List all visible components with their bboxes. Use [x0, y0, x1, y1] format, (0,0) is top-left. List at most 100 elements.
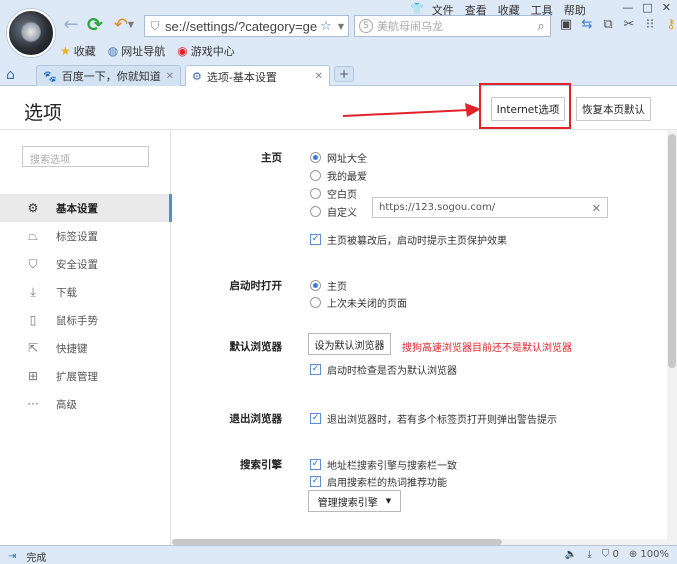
download-tray-icon[interactable]: ⤓ — [587, 549, 591, 560]
star-icon: ★ — [60, 44, 71, 58]
zoom-icon: ⊕ — [628, 549, 638, 560]
startup-option[interactable]: 上次未关闭的页面 — [310, 295, 407, 310]
sidebar-item-mouse-gesture[interactable]: ▯ 鼠标手势 — [0, 306, 171, 334]
gear-icon: ⚙ — [192, 70, 202, 83]
sidebar-toggle-icon[interactable]: ⇥ — [8, 551, 16, 562]
screenshot-icon[interactable]: ▣ — [559, 17, 573, 32]
settings-sidebar: 搜索选项 ⚙ 基本设置 ⏢ 标签设置 ⛉ 安全设置 ⤓ 下载 ▯ 鼠标手势 ⇱ … — [0, 130, 172, 545]
maximize-icon[interactable]: □ — [642, 1, 652, 14]
sidebar-item-advanced[interactable]: ··· 高级 — [0, 390, 171, 418]
homepage-protect-check[interactable]: ✓ 主页被篡改后，启动时提示主页保护效果 — [310, 232, 507, 247]
mouse-icon: ▯ — [29, 313, 37, 327]
menu-bar: 👕 文件 查看 收藏 工具 帮助 — [410, 2, 597, 18]
homepage-option[interactable]: 我的最爱 — [310, 168, 367, 183]
checkbox[interactable]: ✓ — [310, 413, 321, 424]
back-icon[interactable]: ← — [60, 14, 82, 36]
set-default-browser-button[interactable]: 设为默认浏览器 — [308, 333, 391, 355]
menu-item-file[interactable]: 文件 — [432, 2, 454, 18]
grid-icon[interactable]: ⁝⁝ — [643, 17, 657, 32]
chevron-down-icon[interactable]: ▼ — [126, 14, 136, 36]
startup-option[interactable]: 主页 — [310, 278, 347, 293]
menu-item-tools[interactable]: 工具 — [531, 2, 553, 18]
custom-homepage-input[interactable]: https://123.sogou.com/ ✕ — [372, 197, 608, 218]
radio-button[interactable] — [310, 206, 321, 217]
homepage-option[interactable]: 网址大全 — [310, 150, 367, 165]
extension-icon: ⊞ — [27, 369, 39, 383]
sidebar-item-security[interactable]: ⛉ 安全设置 — [0, 250, 171, 278]
close-icon[interactable]: ✕ — [166, 71, 174, 82]
chevron-down-icon[interactable]: ▼ — [334, 22, 348, 31]
avatar[interactable] — [7, 9, 55, 57]
homepage-option[interactable]: 自定义 — [310, 204, 357, 219]
scissors-icon[interactable]: ✂ — [622, 17, 636, 32]
close-icon[interactable]: ✕ — [662, 1, 671, 14]
tab-settings[interactable]: ⚙ 选项-基本设置 ✕ — [185, 65, 330, 87]
menu-item-view[interactable]: 查看 — [465, 2, 487, 18]
internet-options-button[interactable]: Internet选项 — [491, 97, 565, 121]
refresh-icon[interactable]: ⟳ — [84, 14, 106, 36]
search-input[interactable]: 美航母闹乌龙 — [377, 18, 532, 34]
manage-search-engines-button[interactable]: 管理搜索引擎 ▼ — [308, 490, 401, 512]
sidebar-item-shortcuts[interactable]: ⇱ 快捷键 — [0, 334, 171, 362]
checkbox[interactable]: ✓ — [310, 364, 321, 375]
search-engine-check[interactable]: ✓ 启用搜索栏的热词推荐功能 — [310, 474, 447, 489]
home-icon[interactable]: ⌂ — [6, 67, 15, 83]
page-header: 选项 Internet选项 恢复本页默认 — [0, 83, 677, 130]
window-controls: — □ ✕ — [622, 1, 671, 14]
search-engine-check[interactable]: ✓ 地址栏搜索引擎与搜索栏一致 — [310, 457, 457, 472]
restore-defaults-button[interactable]: 恢复本页默认 — [576, 97, 651, 121]
checkbox[interactable]: ✓ — [310, 476, 321, 487]
radio-button[interactable] — [310, 297, 321, 308]
address-text[interactable]: se://settings/?category=gen — [165, 19, 318, 34]
homepage-option[interactable]: 空白页 — [310, 186, 357, 201]
radio-button[interactable] — [310, 170, 321, 181]
sidebar-item-basic[interactable]: ⚙ 基本设置 — [0, 194, 172, 222]
menu-item-favorites[interactable]: 收藏 — [498, 2, 520, 18]
download-icon: ⤓ — [30, 284, 36, 299]
favorite-item[interactable]: ◉ 游戏中心 — [177, 43, 234, 59]
search-engine-label: 搜索引擎 — [240, 459, 282, 471]
sidebar-item-tabs[interactable]: ⏢ 标签设置 — [0, 222, 171, 250]
toolbar-icons: ▣ ⇆ ⧉ ✂ ⁝⁝ ⚷ ☰ — [559, 17, 677, 32]
tab-icon: ⏢ — [28, 228, 38, 243]
address-bar[interactable]: ⛉ se://settings/?category=gen ☆ ▼ — [144, 15, 349, 37]
search-box[interactable]: S 美航母闹乌龙 ⌕ — [354, 15, 551, 37]
sidebar-item-download[interactable]: ⤓ 下载 — [0, 278, 171, 306]
zoom-indicator[interactable]: ⊕ 100% — [629, 549, 669, 560]
homepage-label: 主页 — [261, 152, 282, 164]
sync-icon[interactable]: ⇆ — [580, 17, 594, 32]
favorite-item[interactable]: ★ 收藏 — [60, 43, 96, 59]
speaker-icon[interactable]: 🔈 — [565, 549, 577, 560]
settings-search-input[interactable]: 搜索选项 — [22, 146, 149, 167]
search-icon[interactable]: ⌕ — [532, 19, 550, 34]
close-icon[interactable]: ✕ — [315, 71, 323, 82]
shirt-icon[interactable]: 👕 — [410, 2, 424, 18]
vertical-scrollbar[interactable] — [667, 130, 677, 545]
checkbox[interactable]: ✓ — [310, 234, 321, 245]
more-icon: ··· — [27, 397, 39, 411]
security-status[interactable]: ⛉ 0 — [602, 549, 619, 560]
sidebar-item-extensions[interactable]: ⊞ 扩展管理 — [0, 362, 171, 390]
clear-icon[interactable]: ✕ — [592, 202, 601, 215]
browser-toolbar: ← ⟳ ↶ ▼ ⛉ se://settings/?category=gen ☆ … — [0, 0, 677, 87]
checkbox[interactable]: ✓ — [310, 459, 321, 470]
radio-button[interactable] — [310, 152, 321, 163]
new-tab-button[interactable]: + — [334, 66, 354, 82]
scroll-thumb[interactable] — [668, 134, 676, 368]
minimize-icon[interactable]: — — [622, 1, 633, 14]
key-icon[interactable]: ⚷ — [664, 17, 677, 32]
star-icon[interactable]: ☆ — [318, 19, 334, 34]
status-text: 完成 — [26, 553, 47, 564]
radio-button[interactable] — [310, 280, 321, 291]
exit-browser-label: 退出浏览器 — [229, 413, 283, 425]
radio-button[interactable] — [310, 188, 321, 199]
favorite-item[interactable]: ◍ 网址导航 — [108, 43, 165, 59]
copy-icon[interactable]: ⧉ — [601, 17, 615, 32]
menu-item-help[interactable]: 帮助 — [564, 2, 586, 18]
chevron-down-icon: ▼ — [385, 497, 392, 505]
default-browser-check[interactable]: ✓ 启动时检查是否为默认浏览器 — [310, 362, 457, 377]
tab-baidu[interactable]: 🐾 百度一下，你就知道 ✕ — [36, 65, 181, 86]
exit-browser-check[interactable]: ✓ 退出浏览器时，若有多个标签页打开则弹出警告提示 — [310, 411, 557, 426]
arrow-annotation — [343, 103, 481, 117]
startup-label: 启动时打开 — [229, 280, 283, 292]
